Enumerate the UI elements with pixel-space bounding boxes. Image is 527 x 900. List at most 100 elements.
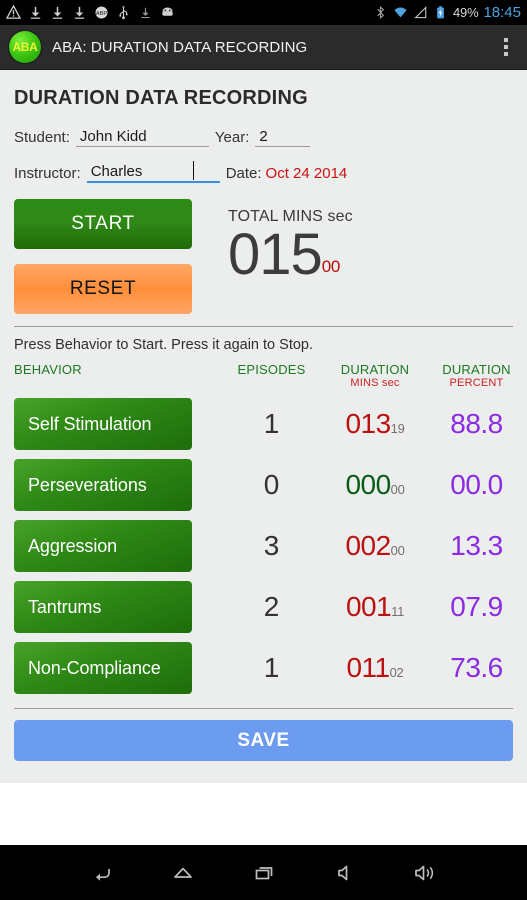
behavior-button[interactable]: Self Stimulation: [14, 398, 192, 450]
instructor-input[interactable]: Charles: [86, 161, 220, 183]
timer-buttons: START RESET: [14, 199, 192, 314]
duration-minutes: 000: [345, 469, 391, 500]
total-value: 015 00: [228, 224, 527, 286]
status-bar-right-icons: 49% 18:45: [373, 4, 521, 21]
signal-icon: [414, 6, 427, 19]
header-percent: DURATION PERCENT: [426, 362, 527, 389]
percent-value: 00.0: [450, 469, 503, 500]
student-input[interactable]: John Kidd: [75, 128, 209, 147]
app-logo-icon: ABA: [9, 31, 41, 63]
download-icon: [74, 6, 85, 19]
duration-minutes: 001: [345, 591, 392, 622]
duration-value: 01319: [324, 408, 426, 440]
table-row: Non-Compliance 1 01102 73.6: [0, 642, 527, 694]
battery-percent: 49%: [453, 5, 479, 20]
duration-seconds: 19: [390, 421, 405, 436]
header-duration: DURATION MINS sec: [324, 362, 426, 389]
percent-value: 07.9: [450, 591, 503, 622]
app-logo-text: ABA: [12, 40, 38, 54]
behavior-button[interactable]: Non-Compliance: [14, 642, 192, 694]
battery-charging-icon: [437, 6, 444, 19]
percent-value: 88.8: [450, 408, 503, 439]
divider-bottom: [14, 708, 513, 709]
adblock-icon: ABP: [95, 6, 108, 19]
page-title: DURATION DATA RECORDING: [14, 87, 308, 109]
home-icon[interactable]: [166, 856, 200, 890]
status-bar-clock: 18:45: [483, 4, 521, 21]
header-episodes: EPISODES: [237, 362, 306, 377]
timer-section: START RESET TOTAL MINS sec 015 00: [0, 199, 527, 314]
download-icon: [141, 7, 150, 19]
volume-down-icon[interactable]: [328, 856, 362, 890]
content-bottom-spacer: [0, 783, 527, 845]
overflow-menu-icon[interactable]: [491, 29, 521, 65]
start-button[interactable]: START: [14, 199, 192, 249]
status-bar-left-icons: ABP: [6, 5, 175, 20]
reset-button[interactable]: RESET: [14, 264, 192, 314]
download-icon: [30, 6, 41, 19]
status-bar: ABP 49% 18:45: [0, 0, 527, 25]
student-label: Student:: [14, 129, 70, 146]
duration-value: 00111: [324, 591, 426, 623]
volume-up-icon[interactable]: [409, 856, 443, 890]
table-row: Aggression 3 00200 13.3: [0, 520, 527, 572]
main-content: DURATION DATA RECORDING Student: John Ki…: [0, 70, 527, 845]
episodes-value: 3: [263, 530, 280, 561]
episodes-value: 0: [263, 469, 280, 500]
instructor-date-row: Instructor: Charles Date: Oct 24 2014: [0, 161, 527, 183]
year-value: 2: [259, 128, 268, 145]
instruction-text: Press Behavior to Start. Press it again …: [14, 337, 314, 353]
header-percent-main: DURATION: [442, 362, 511, 377]
header-percent-sub: PERCENT: [449, 377, 504, 389]
total-minutes: 015: [228, 222, 323, 287]
svg-text:ABP: ABP: [96, 11, 107, 17]
student-value: John Kidd: [79, 128, 147, 145]
system-nav-bar: [0, 845, 527, 900]
behavior-button[interactable]: Perseverations: [14, 459, 192, 511]
recents-icon[interactable]: [247, 856, 281, 890]
android-robot-icon: [162, 7, 173, 16]
table-row: Self Stimulation 1 01319 88.8: [0, 398, 527, 450]
download-icon: [52, 6, 63, 19]
header-duration-main: DURATION: [340, 362, 410, 377]
percent-value: 13.3: [450, 530, 503, 561]
action-bar: ABA ABA: DURATION DATA RECORDING: [0, 25, 527, 70]
duration-seconds: 11: [391, 604, 405, 619]
text-cursor: [192, 161, 194, 180]
duration-minutes: 011: [346, 652, 390, 683]
episodes-value: 2: [263, 591, 280, 622]
table-row: Tantrums 2 00111 07.9: [0, 581, 527, 633]
usb-icon: [119, 5, 128, 20]
save-button[interactable]: SAVE: [14, 720, 513, 761]
header-behavior: BEHAVIOR: [14, 362, 82, 377]
duration-value: 00200: [324, 530, 426, 562]
percent-value: 73.6: [450, 652, 503, 683]
date-label: Date:: [225, 165, 262, 182]
duration-value: 01102: [324, 652, 426, 684]
header-duration-sub: MINS sec: [350, 377, 400, 389]
duration-seconds: 02: [389, 665, 404, 680]
table-header-row: BEHAVIOR EPISODES DURATION MINS sec DURA…: [0, 353, 527, 389]
episodes-value: 1: [263, 652, 280, 683]
app-title: ABA: DURATION DATA RECORDING: [52, 38, 308, 56]
duration-minutes: 013: [345, 408, 391, 439]
duration-seconds: 00: [390, 543, 405, 558]
year-input[interactable]: 2: [255, 128, 311, 147]
warning-icon: [6, 5, 21, 19]
instructor-label: Instructor:: [14, 165, 81, 182]
back-icon[interactable]: [85, 856, 119, 890]
behavior-button[interactable]: Aggression: [14, 520, 192, 572]
student-year-row: Student: John Kidd Year: 2: [0, 128, 527, 147]
total-seconds: 00: [321, 257, 341, 276]
duration-seconds: 00: [390, 482, 405, 497]
total-display: TOTAL MINS sec 015 00: [192, 199, 527, 314]
date-value: Oct 24 2014: [265, 165, 348, 182]
behavior-button[interactable]: Tantrums: [14, 581, 192, 633]
year-label: Year:: [214, 129, 250, 146]
bluetooth-icon: [377, 5, 385, 20]
duration-minutes: 002: [345, 530, 391, 561]
wifi-icon: [394, 7, 407, 18]
instructor-value: Charles: [90, 163, 143, 180]
episodes-value: 1: [263, 408, 280, 439]
duration-value: 00000: [324, 469, 426, 501]
